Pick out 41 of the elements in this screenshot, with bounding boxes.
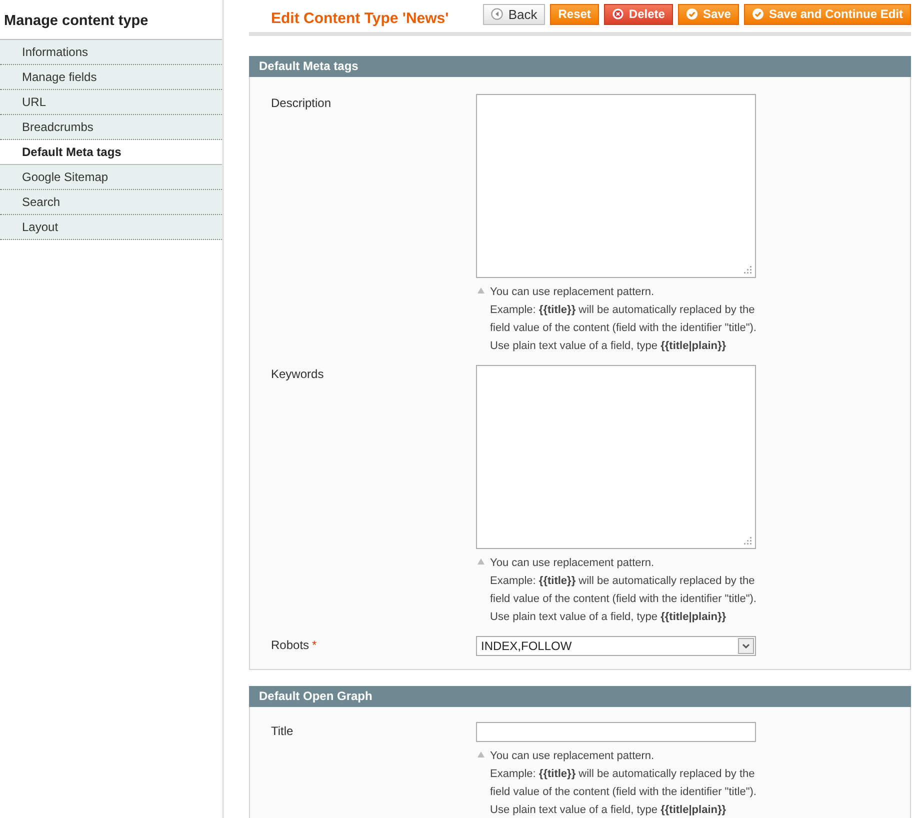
note-text: You can use replacement pattern. [490, 285, 656, 300]
triangle-icon [477, 287, 485, 294]
note-text: You can use replacement pattern. [490, 556, 656, 571]
resize-grip-icon [742, 535, 752, 545]
sidebar-tab[interactable]: Layout [0, 215, 222, 240]
note-text: You can use replacement pattern. [490, 749, 656, 764]
delete-icon [612, 8, 624, 20]
section-header: Default Meta tags [249, 56, 911, 77]
sidebar-tab[interactable]: URL [0, 90, 222, 115]
note-text: field value of the content (field with the identifier "title"). [490, 785, 756, 800]
triangle-icon [477, 751, 485, 758]
input-field[interactable] [476, 722, 756, 742]
note-text: Use plain text value of a field, type {{title|plain}} [490, 803, 728, 818]
field-label: Keywords [271, 367, 324, 381]
sidebar-title: Manage content type [4, 13, 150, 29]
text-area[interactable] [476, 94, 756, 278]
section-header: Default Open Graph [249, 686, 911, 707]
resize-grip-icon [742, 264, 752, 274]
field-label: Title [271, 724, 294, 738]
text-area[interactable] [476, 365, 756, 549]
note-text: Example: {{title}} will be automatically replaced by the [490, 767, 756, 782]
note-text: Use plain text value of a field, type {{title|plain}} [490, 339, 728, 354]
triangle-icon [477, 558, 485, 565]
note-text: field value of the content (field with the identifier "title"). [490, 592, 756, 607]
sidebar-tab[interactable]: Manage fields [0, 65, 222, 90]
field-label: Robots [271, 638, 310, 652]
sidebar-tab[interactable]: Google Sitemap [0, 165, 222, 190]
check-icon [752, 8, 764, 20]
check-icon [686, 8, 698, 20]
sidebar-tab[interactable]: Informations [0, 40, 222, 65]
action-button[interactable]: Back [483, 4, 546, 24]
select-field[interactable]: INDEX,FOLLOW [476, 636, 756, 656]
required-mark: * [312, 638, 317, 652]
page-title: Edit Content Type 'News' [271, 8, 449, 26]
note-text: Use plain text value of a field, type {{title|plain}} [490, 610, 728, 625]
sidebar-tab[interactable]: Breadcrumbs [0, 115, 222, 140]
note-text: Example: {{title}} will be automatically replaced by the [490, 574, 756, 589]
note-text: field value of the content (field with the identifier "title"). [490, 321, 756, 336]
sidebar-tab[interactable]: Search [0, 190, 222, 215]
field-label: Description [271, 96, 332, 110]
note-text: Example: {{title}} will be automatically replaced by the [490, 303, 756, 318]
